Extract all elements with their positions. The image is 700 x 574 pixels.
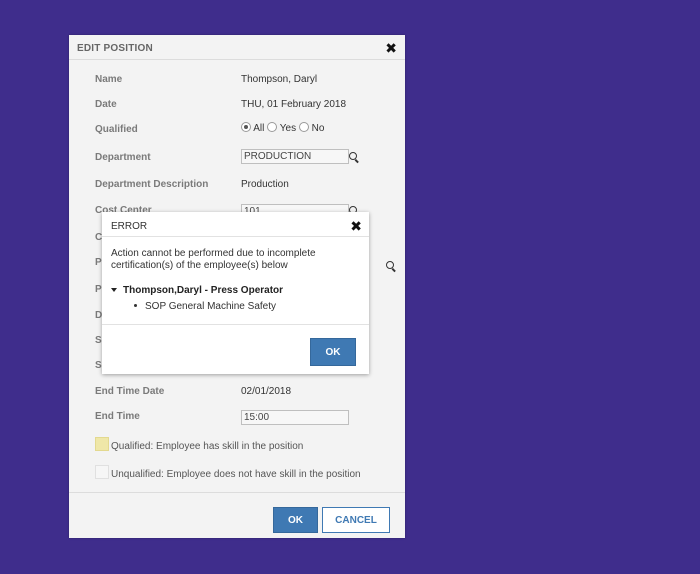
dialog-message: Action cannot be performed due to incomp… bbox=[111, 248, 316, 271]
dialog-header: ERROR ✖ bbox=[102, 212, 369, 237]
dialog-employee-text: Thompson,Daryl - Press Operator bbox=[123, 285, 284, 296]
unqualified-legend-text: Unqualified: Employee does not have skil… bbox=[111, 469, 361, 480]
dialog-title: ERROR bbox=[111, 221, 148, 232]
radio-yes[interactable] bbox=[267, 122, 278, 132]
end-time-date-label: End Time Date bbox=[95, 386, 165, 397]
name-label: Name bbox=[95, 74, 123, 85]
dialog-ok-button[interactable]: OK bbox=[310, 338, 356, 366]
bullet-icon bbox=[134, 304, 137, 307]
panel-footer: OK CANCEL bbox=[69, 492, 405, 539]
radio-no-label: No bbox=[311, 123, 325, 134]
obscured-search-icon[interactable] bbox=[386, 261, 396, 272]
panel-header: EDIT POSITION ✖ bbox=[69, 35, 405, 60]
caret-down-icon bbox=[111, 288, 117, 292]
department-search-icon[interactable] bbox=[349, 152, 359, 163]
date-value: THU, 01 February 2018 bbox=[241, 99, 347, 110]
qualified-radio-group: All Yes No bbox=[241, 122, 324, 134]
radio-no[interactable] bbox=[298, 122, 309, 132]
dialog-close-icon[interactable]: ✖ bbox=[350, 219, 362, 233]
end-time-input[interactable]: 15:00 bbox=[241, 410, 349, 425]
radio-all-label: All bbox=[253, 123, 265, 134]
name-value: Thompson, Daryl bbox=[241, 74, 318, 85]
radio-all[interactable] bbox=[241, 122, 251, 132]
radio-yes-label: Yes bbox=[279, 123, 297, 134]
error-dialog: ERROR ✖ Action cannot be performed due t… bbox=[102, 212, 369, 374]
dialog-certification: SOP General Machine Safety bbox=[134, 301, 276, 312]
date-label: Date bbox=[95, 99, 117, 110]
department-label: Department bbox=[95, 152, 151, 163]
end-time-date-value: 02/01/2018 bbox=[241, 386, 292, 397]
panel-ok-button[interactable]: OK bbox=[273, 507, 318, 533]
dialog-footer: OK bbox=[102, 324, 369, 375]
dialog-employee[interactable]: Thompson,Daryl - Press Operator bbox=[111, 285, 283, 296]
department-description-value: Production bbox=[241, 179, 289, 190]
panel-close-icon[interactable]: ✖ bbox=[385, 41, 397, 55]
department-input[interactable]: PRODUCTION bbox=[241, 149, 349, 164]
panel-title: EDIT POSITION bbox=[77, 43, 153, 54]
end-time-label: End Time bbox=[95, 411, 140, 422]
panel-cancel-button[interactable]: CANCEL bbox=[322, 507, 390, 533]
unqualified-swatch bbox=[95, 465, 109, 479]
qualified-label: Qualified bbox=[95, 124, 138, 135]
qualified-legend-text: Qualified: Employee has skill in the pos… bbox=[111, 441, 304, 452]
dialog-certification-text: SOP General Machine Safety bbox=[145, 301, 276, 312]
department-description-label: Department Description bbox=[95, 179, 209, 190]
qualified-swatch bbox=[95, 437, 109, 451]
